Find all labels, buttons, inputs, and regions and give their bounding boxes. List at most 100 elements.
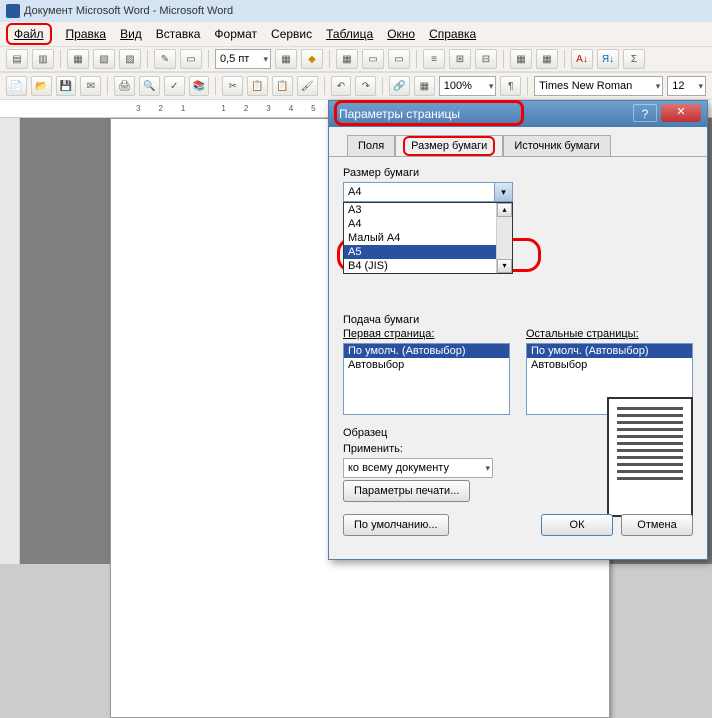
tbtn-generic[interactable]: ▨ xyxy=(119,49,141,69)
scroll-up-icon[interactable]: ▴ xyxy=(497,203,512,217)
menu-table[interactable]: Таблица xyxy=(326,27,373,41)
open-icon[interactable]: 📂 xyxy=(31,76,52,96)
menu-format[interactable]: Формат xyxy=(214,27,257,41)
tbtn-dist[interactable]: ⊟ xyxy=(475,49,497,69)
format-painter-icon[interactable]: 🖌 xyxy=(297,76,318,96)
redo-icon[interactable]: ↷ xyxy=(355,76,376,96)
separator xyxy=(503,50,504,68)
tbtn-sum[interactable]: Σ xyxy=(623,49,645,69)
paper-feed-label: Подача бумаги xyxy=(343,314,693,326)
option-small-a4[interactable]: Малый A4 xyxy=(344,231,512,245)
option-a4[interactable]: A4 xyxy=(344,217,512,231)
scroll-down-icon[interactable]: ▾ xyxy=(497,259,512,273)
tbtn-merge[interactable]: ▭ xyxy=(362,49,384,69)
tbtn-autofit[interactable]: ▦ xyxy=(510,49,532,69)
separator xyxy=(382,77,383,95)
dropdown-arrow-icon[interactable]: ▾ xyxy=(494,183,512,201)
option-a3[interactable]: A3 xyxy=(344,203,512,217)
font-name-combo[interactable]: Times New Roman xyxy=(534,76,663,96)
tbtn-hide[interactable]: ▦ xyxy=(536,49,558,69)
menu-tools[interactable]: Сервис xyxy=(271,27,312,41)
app-title: Документ Microsoft Word - Microsoft Word xyxy=(24,5,233,17)
paste-icon[interactable]: 📋 xyxy=(272,76,293,96)
cancel-button[interactable]: Отмена xyxy=(621,514,693,536)
new-icon[interactable]: 📄 xyxy=(6,76,27,96)
copy-icon[interactable]: 📋 xyxy=(247,76,268,96)
menu-insert[interactable]: Вставка xyxy=(156,27,201,41)
tray-default[interactable]: По умолч. (Автовыбор) xyxy=(527,344,692,358)
dialog-body: Размер бумаги A4 ▾ A3 A4 Малый A4 A5 B4 … xyxy=(329,156,707,546)
ok-button[interactable]: ОК xyxy=(541,514,613,536)
print-icon[interactable]: 🖨 xyxy=(114,76,135,96)
tbtn-sort-desc[interactable]: Я↓ xyxy=(597,49,619,69)
option-a5[interactable]: A5 xyxy=(344,245,512,259)
font-size-combo[interactable]: 12 xyxy=(667,76,706,96)
paper-size-dropdown[interactable]: A4 ▾ A3 A4 Малый A4 A5 B4 (JIS) ▴ ▾ xyxy=(343,182,513,202)
apply-to-label: Применить: xyxy=(343,443,493,455)
tray-default[interactable]: По умолч. (Автовыбор) xyxy=(344,344,509,358)
menu-window[interactable]: Окно xyxy=(387,27,415,41)
spell-icon[interactable]: ✓ xyxy=(164,76,185,96)
apply-to-combo[interactable]: ко всему документу xyxy=(343,458,493,478)
mail-icon[interactable]: ✉ xyxy=(80,76,101,96)
tray-auto[interactable]: Автовыбор xyxy=(344,358,509,372)
tbtn-split[interactable]: ▭ xyxy=(388,49,410,69)
menu-file[interactable]: Файл xyxy=(6,23,52,45)
close-button[interactable]: ✕ xyxy=(661,104,701,122)
dialog-titlebar[interactable]: Параметры страницы ? ✕ xyxy=(329,101,707,127)
tbtn-generic[interactable]: ▥ xyxy=(32,49,54,69)
separator xyxy=(329,50,330,68)
print-options-button[interactable]: Параметры печати... xyxy=(343,480,470,502)
menubar: Файл Правка Вид Вставка Формат Сервис Та… xyxy=(0,22,712,46)
tab-paper-size[interactable]: Размер бумаги xyxy=(395,135,503,156)
separator xyxy=(215,77,216,95)
tbtn-generic[interactable]: ▧ xyxy=(93,49,115,69)
app-icon xyxy=(6,4,20,18)
tbtn-generic[interactable]: ▦ xyxy=(67,49,89,69)
separator xyxy=(324,77,325,95)
separator xyxy=(60,50,61,68)
research-icon[interactable]: 📚 xyxy=(189,76,210,96)
page-setup-dialog: Параметры страницы ? ✕ Поля Размер бумаг… xyxy=(328,100,708,560)
tbtn-generic[interactable]: ✎ xyxy=(154,49,176,69)
first-page-tray-list[interactable]: По умолч. (Автовыбор) Автовыбор xyxy=(343,343,510,415)
toolbar-2: 📄 📂 💾 ✉ 🖨 🔍 ✓ 📚 ✂ 📋 📋 🖌 ↶ ↷ 🔗 ▦ 100% ¶ T… xyxy=(0,72,712,100)
menu-help[interactable]: Справка xyxy=(429,27,476,41)
help-button[interactable]: ? xyxy=(633,104,657,122)
menu-edit[interactable]: Правка xyxy=(66,27,107,41)
paper-size-options: A3 A4 Малый A4 A5 B4 (JIS) ▴ ▾ xyxy=(343,202,513,274)
para-icon[interactable]: ¶ xyxy=(500,76,521,96)
menu-view[interactable]: Вид xyxy=(120,27,142,41)
separator xyxy=(527,77,528,95)
tbtn-dist[interactable]: ⊞ xyxy=(449,49,471,69)
tab-fields[interactable]: Поля xyxy=(347,135,395,156)
link-icon[interactable]: 🔗 xyxy=(389,76,410,96)
dropdown-scrollbar[interactable]: ▴ ▾ xyxy=(496,203,512,273)
vertical-ruler xyxy=(0,118,20,564)
save-icon[interactable]: 💾 xyxy=(56,76,77,96)
separator xyxy=(564,50,565,68)
first-page-label: Первая страница: xyxy=(343,328,510,340)
cut-icon[interactable]: ✂ xyxy=(222,76,243,96)
preview-icon[interactable]: 🔍 xyxy=(139,76,160,96)
tab-paper-source[interactable]: Источник бумаги xyxy=(503,135,610,156)
separator xyxy=(208,50,209,68)
separator xyxy=(416,50,417,68)
separator xyxy=(147,50,148,68)
tbtn-align[interactable]: ≡ xyxy=(423,49,445,69)
tray-auto[interactable]: Автовыбор xyxy=(527,358,692,372)
line-spacing-combo[interactable]: 0,5 пт xyxy=(215,49,271,69)
tbtn-generic[interactable]: ▤ xyxy=(6,49,28,69)
tbtn-table[interactable]: ▦ xyxy=(336,49,358,69)
tbtn-sort-asc[interactable]: A↓ xyxy=(571,49,593,69)
tbtn-generic[interactable]: ▭ xyxy=(180,49,202,69)
tbtn-border[interactable]: ▦ xyxy=(275,49,297,69)
tbtn-fill[interactable]: ◆ xyxy=(301,49,323,69)
separator xyxy=(107,77,108,95)
default-button[interactable]: По умолчанию... xyxy=(343,514,449,536)
option-b4[interactable]: B4 (JIS) xyxy=(344,259,512,273)
titlebar: Документ Microsoft Word - Microsoft Word xyxy=(0,0,712,22)
table-icon[interactable]: ▦ xyxy=(414,76,435,96)
zoom-combo[interactable]: 100% xyxy=(439,76,497,96)
undo-icon[interactable]: ↶ xyxy=(331,76,352,96)
